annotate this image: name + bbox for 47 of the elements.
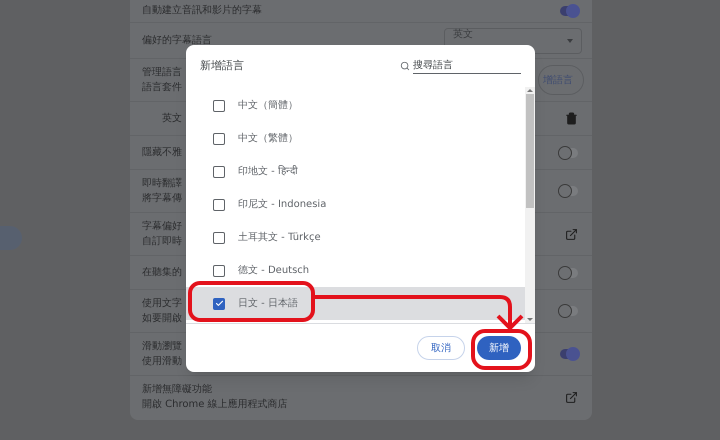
toggle-switch[interactable] — [560, 186, 578, 196]
checkbox[interactable] — [213, 132, 225, 144]
language-option[interactable]: 中文（簡體） — [186, 89, 525, 122]
setting-title: 新增無障礙功能 — [142, 384, 213, 396]
setting-description: 使用滑動 — [142, 356, 182, 368]
setting-description: 將字幕傳 — [142, 192, 182, 204]
highlight-ring — [471, 329, 532, 370]
toggle-switch[interactable] — [560, 306, 578, 316]
setting-title: 管理語言 — [142, 66, 182, 78]
add-button[interactable]: 新增 — [477, 336, 521, 360]
external-link-icon[interactable] — [565, 390, 578, 404]
language-option[interactable]: 土耳其文 - Türkçe — [186, 221, 525, 254]
setting-title: 滑動瀏覽 — [142, 340, 182, 352]
checkbox[interactable] — [213, 298, 225, 310]
setting-title: 使用文字 — [142, 298, 182, 310]
setting-description: 自訂即時 — [142, 236, 182, 248]
scrollbar[interactable] — [525, 87, 535, 323]
toggle-switch[interactable] — [560, 148, 578, 158]
setting-description: 開啟 Chrome 線上應用程式商店 — [142, 398, 288, 410]
setting-title: 字幕偏好 — [142, 220, 182, 232]
dialog-title: 新增語言 — [200, 58, 244, 74]
setting-title: 偏好的字幕語言 — [142, 34, 212, 46]
toggle-switch[interactable] — [560, 6, 578, 16]
checkbox[interactable] — [213, 166, 225, 178]
setting-title: 即時翻譯 — [142, 178, 182, 190]
setting-title: 在聽集的 — [142, 266, 182, 278]
toggle-switch[interactable] — [560, 268, 578, 278]
setting-title: 英文 — [162, 112, 182, 124]
search-icon — [400, 61, 410, 71]
setting-title: 隱藏不雅 — [142, 146, 182, 158]
caret-icon — [567, 38, 573, 42]
search-field[interactable]: 搜尋語言 — [413, 58, 521, 74]
checkbox[interactable] — [213, 100, 225, 112]
external-link-icon[interactable] — [565, 228, 578, 240]
language-option[interactable]: 印尼文 - Indonesia — [186, 188, 525, 221]
setting-description: 如要開啟 — [142, 312, 182, 324]
language-option[interactable]: 德文 - Deutsch — [186, 254, 525, 287]
delete-icon[interactable] — [565, 112, 578, 125]
toggle-switch[interactable] — [560, 349, 578, 359]
checkbox[interactable] — [213, 264, 225, 276]
checkbox[interactable] — [213, 232, 225, 244]
setting-description: 語言套件 — [142, 82, 182, 94]
checkbox[interactable] — [213, 198, 225, 210]
setting-title: 自動建立音訊和影片的字幕 — [142, 5, 262, 17]
language-option[interactable]: 中文（繁體） — [186, 122, 525, 155]
cancel-button[interactable]: 取消 — [417, 336, 465, 360]
language-option[interactable]: 印地文 - हिन्दी — [186, 155, 525, 188]
